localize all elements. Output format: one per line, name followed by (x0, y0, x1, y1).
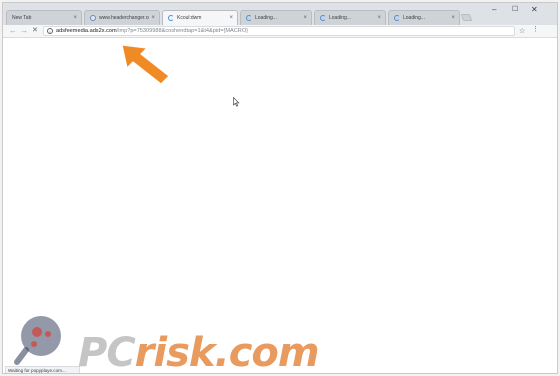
page-content (3, 39, 557, 365)
tab-title: New Tab (12, 15, 32, 21)
watermark-risk: risk.com (134, 330, 320, 376)
tab-loading[interactable]: Loading... × (240, 10, 312, 25)
globe-icon (90, 15, 96, 21)
tab-loading[interactable]: Loading... × (314, 10, 386, 25)
tab-close-icon[interactable]: × (451, 15, 455, 21)
tab-close-icon[interactable]: × (303, 15, 307, 21)
tab-active[interactable]: Kcoul:dwm × (162, 10, 238, 25)
stop-loading-button[interactable]: ✕ (32, 26, 38, 36)
bookmark-star-icon[interactable]: ☆ (519, 27, 525, 35)
mouse-cursor-icon (233, 97, 240, 107)
forward-button[interactable]: → (20, 26, 28, 36)
info-icon[interactable]: i (47, 28, 53, 34)
tab-title: Loading... (403, 15, 425, 21)
close-window-button[interactable]: ✕ (531, 6, 538, 14)
tab-title: www.headerchanger.co (99, 15, 150, 21)
loading-spinner-icon (394, 15, 400, 21)
tab-title: Loading... (329, 15, 351, 21)
back-button[interactable]: ← (9, 26, 17, 36)
tab-loading[interactable]: Loading... × (388, 10, 460, 25)
tab-title: Kcoul:dwm (177, 15, 202, 21)
loading-spinner-icon (246, 15, 252, 21)
tab-headerchanger[interactable]: www.headerchanger.co × (84, 10, 160, 25)
tab-strip: New Tab × www.headerchanger.co × Kcoul:d… (3, 3, 557, 25)
tab-new-tab[interactable]: New Tab × (6, 10, 82, 25)
pointer-arrow-icon (121, 44, 170, 85)
tab-close-icon[interactable]: × (229, 15, 233, 21)
maximize-button[interactable]: ☐ (512, 6, 518, 14)
tab-title: Loading... (255, 15, 277, 21)
url-path: /imp?p=75309988&coshendtap=1&t4&pid={MAC… (116, 28, 249, 34)
tab-close-icon[interactable]: × (377, 15, 381, 21)
loading-spinner-icon (168, 15, 174, 21)
new-tab-button[interactable] (460, 14, 473, 21)
menu-icon[interactable]: ⋮ (532, 26, 539, 34)
pcrisk-magnifier-icon (14, 316, 61, 365)
minimize-button[interactable]: – (492, 6, 496, 14)
loading-spinner-icon (320, 15, 326, 21)
tab-close-icon[interactable]: × (151, 15, 155, 21)
watermark-text: PCrisk.com (78, 330, 320, 376)
toolbar: ← → ✕ i adsfeemedia.ads2x.com /imp?p=753… (3, 25, 557, 38)
browser-window: New Tab × www.headerchanger.co × Kcoul:d… (2, 2, 558, 374)
address-bar[interactable]: i adsfeemedia.ads2x.com /imp?p=75309988&… (43, 26, 515, 36)
url-host: adsfeemedia.ads2x.com (56, 28, 117, 34)
tab-close-icon[interactable]: × (73, 15, 77, 21)
watermark-pc: PC (78, 330, 136, 376)
